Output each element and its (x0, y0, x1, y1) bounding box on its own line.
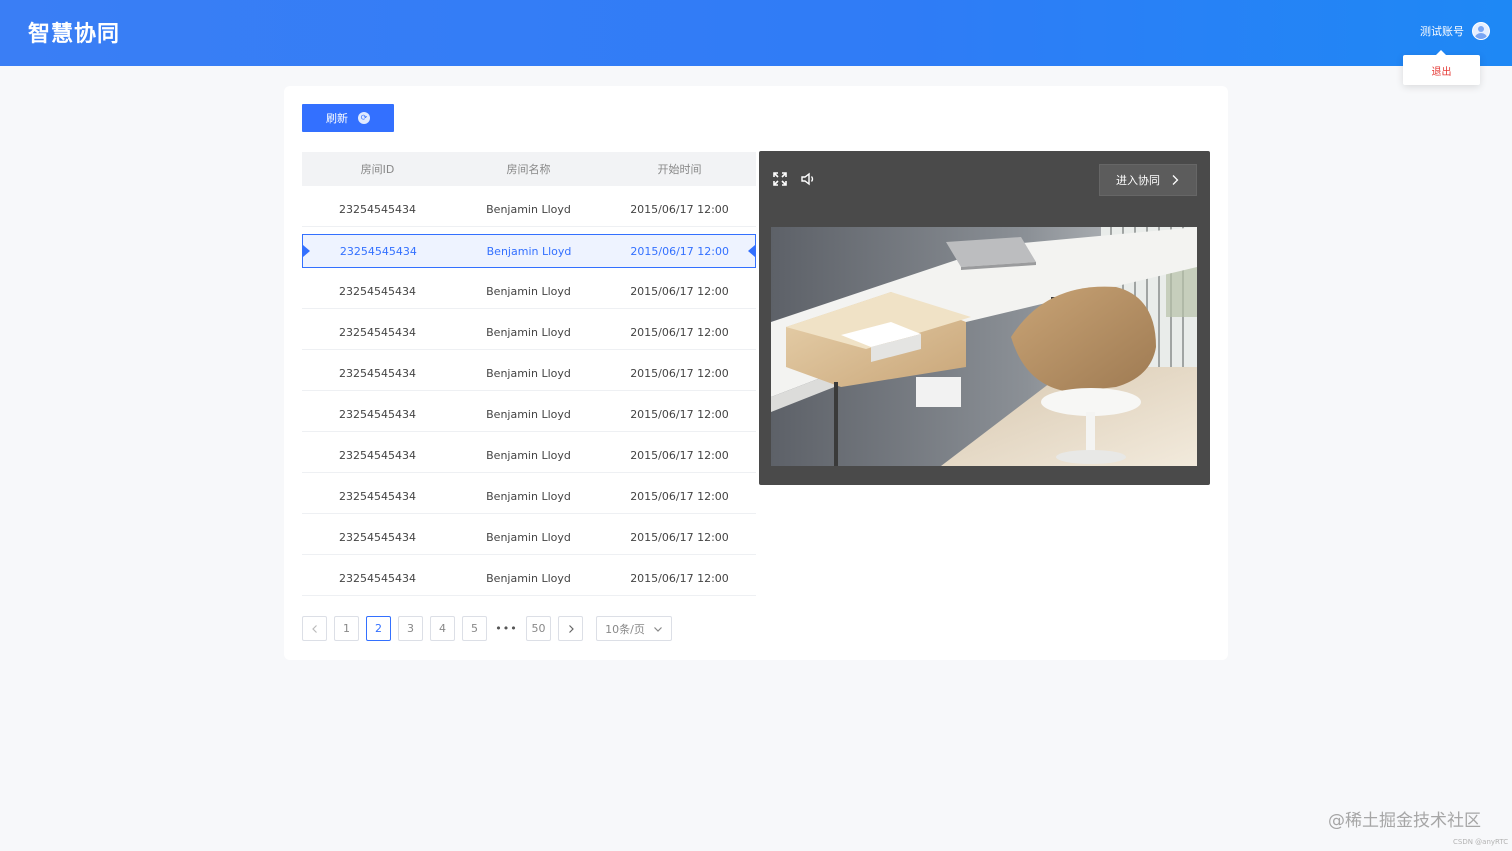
room-name-cell: Benjamin Lloyd (486, 244, 572, 258)
table-header: 房间ID 房间名称 开始时间 (302, 152, 756, 186)
prev-page-button[interactable] (302, 616, 327, 641)
page-size-value: 10条/页 (605, 622, 645, 636)
user-menu[interactable]: 测试账号 (1420, 22, 1490, 40)
page-4[interactable]: 4 (430, 616, 455, 641)
start-time-cell: 2015/06/17 12:00 (630, 449, 729, 462)
room-id-cell: 23254545434 (339, 326, 416, 339)
room-id-cell: 23254545434 (339, 531, 416, 544)
table-row[interactable]: 23254545434 Benjamin Lloyd 2015/06/17 12:0… (302, 275, 756, 309)
chevron-left-icon (311, 624, 317, 633)
desk-scene-image (771, 227, 1197, 466)
page-3[interactable]: 3 (398, 616, 423, 641)
fullscreen-icon[interactable] (772, 171, 788, 187)
table-row[interactable]: 23254545434 Benjamin Lloyd 2015/06/17 12:0… (302, 398, 756, 432)
room-name-cell: Benjamin Lloyd (486, 531, 571, 544)
video-panel: 进入协同 (759, 151, 1210, 485)
table-row[interactable]: 23254545434 Benjamin Lloyd 2015/06/17 12:0… (302, 357, 756, 391)
start-time-cell: 2015/06/17 12:00 (630, 244, 729, 258)
table-row[interactable]: 23254545434 Benjamin Lloyd 2015/06/17 12:0… (302, 480, 756, 514)
refresh-icon: ⟳ (358, 112, 370, 124)
refresh-button[interactable]: 刷新 ⟳ (302, 104, 394, 132)
pagination-ellipsis[interactable]: ••• (494, 616, 519, 641)
enter-label: 进入协同 (1116, 174, 1160, 187)
volume-icon[interactable] (800, 171, 816, 187)
start-time-cell: 2015/06/17 12:00 (630, 531, 729, 544)
table-row[interactable]: 23254545434 Benjamin Lloyd 2015/06/17 12:0… (302, 234, 756, 268)
room-id-cell: 23254545434 (339, 408, 416, 421)
table-row[interactable]: 23254545434 Benjamin Lloyd 2015/06/17 12:0… (302, 439, 756, 473)
start-time-cell: 2015/06/17 12:00 (630, 326, 729, 339)
room-name-cell: Benjamin Lloyd (486, 367, 571, 380)
app-logo: 智慧协同 (28, 22, 121, 47)
room-id-cell: 23254545434 (339, 285, 416, 298)
start-time-cell: 2015/06/17 12:00 (630, 572, 729, 585)
page-1[interactable]: 1 (334, 616, 359, 641)
column-header: 房间名称 (506, 163, 551, 176)
table-row[interactable]: 23254545434 Benjamin Lloyd 2015/06/17 12:0… (302, 193, 756, 227)
next-page-button[interactable] (558, 616, 583, 641)
chevron-right-icon (568, 624, 574, 633)
column-header: 房间ID (360, 163, 395, 176)
start-time-cell: 2015/06/17 12:00 (630, 285, 729, 298)
room-name-cell: Benjamin Lloyd (486, 449, 571, 462)
table-row[interactable]: 23254545434 Benjamin Lloyd 2015/06/17 12:0… (302, 316, 756, 350)
room-name-cell: Benjamin Lloyd (486, 285, 571, 298)
username[interactable]: 测试账号 (1420, 23, 1464, 39)
room-name-cell: Benjamin Lloyd (486, 203, 571, 216)
page-2[interactable]: 2 (366, 616, 391, 641)
table-row[interactable]: 23254545434 Benjamin Lloyd 2015/06/17 12:0… (302, 562, 756, 596)
room-id-cell: 23254545434 (339, 572, 416, 585)
room-id-cell: 23254545434 (339, 367, 416, 380)
start-time-cell: 2015/06/17 12:00 (630, 203, 729, 216)
avatar[interactable] (1472, 22, 1490, 40)
page-size-select[interactable]: 10条/页 (596, 616, 672, 641)
room-name-cell: Benjamin Lloyd (486, 326, 571, 339)
chevron-right-icon (1172, 175, 1179, 185)
start-time-cell: 2015/06/17 12:00 (630, 367, 729, 380)
watermark-small: CSDN @anyRTC (1453, 838, 1509, 846)
top-header: 智慧协同 测试账号 (0, 0, 1512, 66)
room-name-cell: Benjamin Lloyd (486, 490, 571, 503)
video-frame (771, 227, 1197, 466)
watermark: @稀土掘金技术社区 (1328, 811, 1481, 831)
room-name-cell: Benjamin Lloyd (486, 572, 571, 585)
logout-menu-item[interactable]: 退出 (1403, 50, 1480, 85)
page-last[interactable]: 50 (526, 616, 551, 641)
column-header: 开始时间 (657, 163, 702, 176)
enter-collaboration-button[interactable]: 进入协同 (1099, 164, 1197, 196)
room-name-cell: Benjamin Lloyd (486, 408, 571, 421)
refresh-label: 刷新 (326, 112, 348, 125)
chevron-down-icon (653, 626, 662, 632)
page-5[interactable]: 5 (462, 616, 487, 641)
room-id-cell: 23254545434 (339, 203, 416, 216)
room-id-cell: 23254545434 (339, 244, 417, 258)
table-row[interactable]: 23254545434 Benjamin Lloyd 2015/06/17 12:0… (302, 521, 756, 555)
room-id-cell: 23254545434 (339, 490, 416, 503)
start-time-cell: 2015/06/17 12:00 (630, 408, 729, 421)
room-id-cell: 23254545434 (339, 449, 416, 462)
pagination: 1 2 3 4 5 ••• 50 10条/页 (302, 616, 672, 641)
start-time-cell: 2015/06/17 12:00 (630, 490, 729, 503)
rooms-table: 房间ID 房间名称 开始时间 23254545434 Benjamin Lloyd… (302, 152, 756, 596)
